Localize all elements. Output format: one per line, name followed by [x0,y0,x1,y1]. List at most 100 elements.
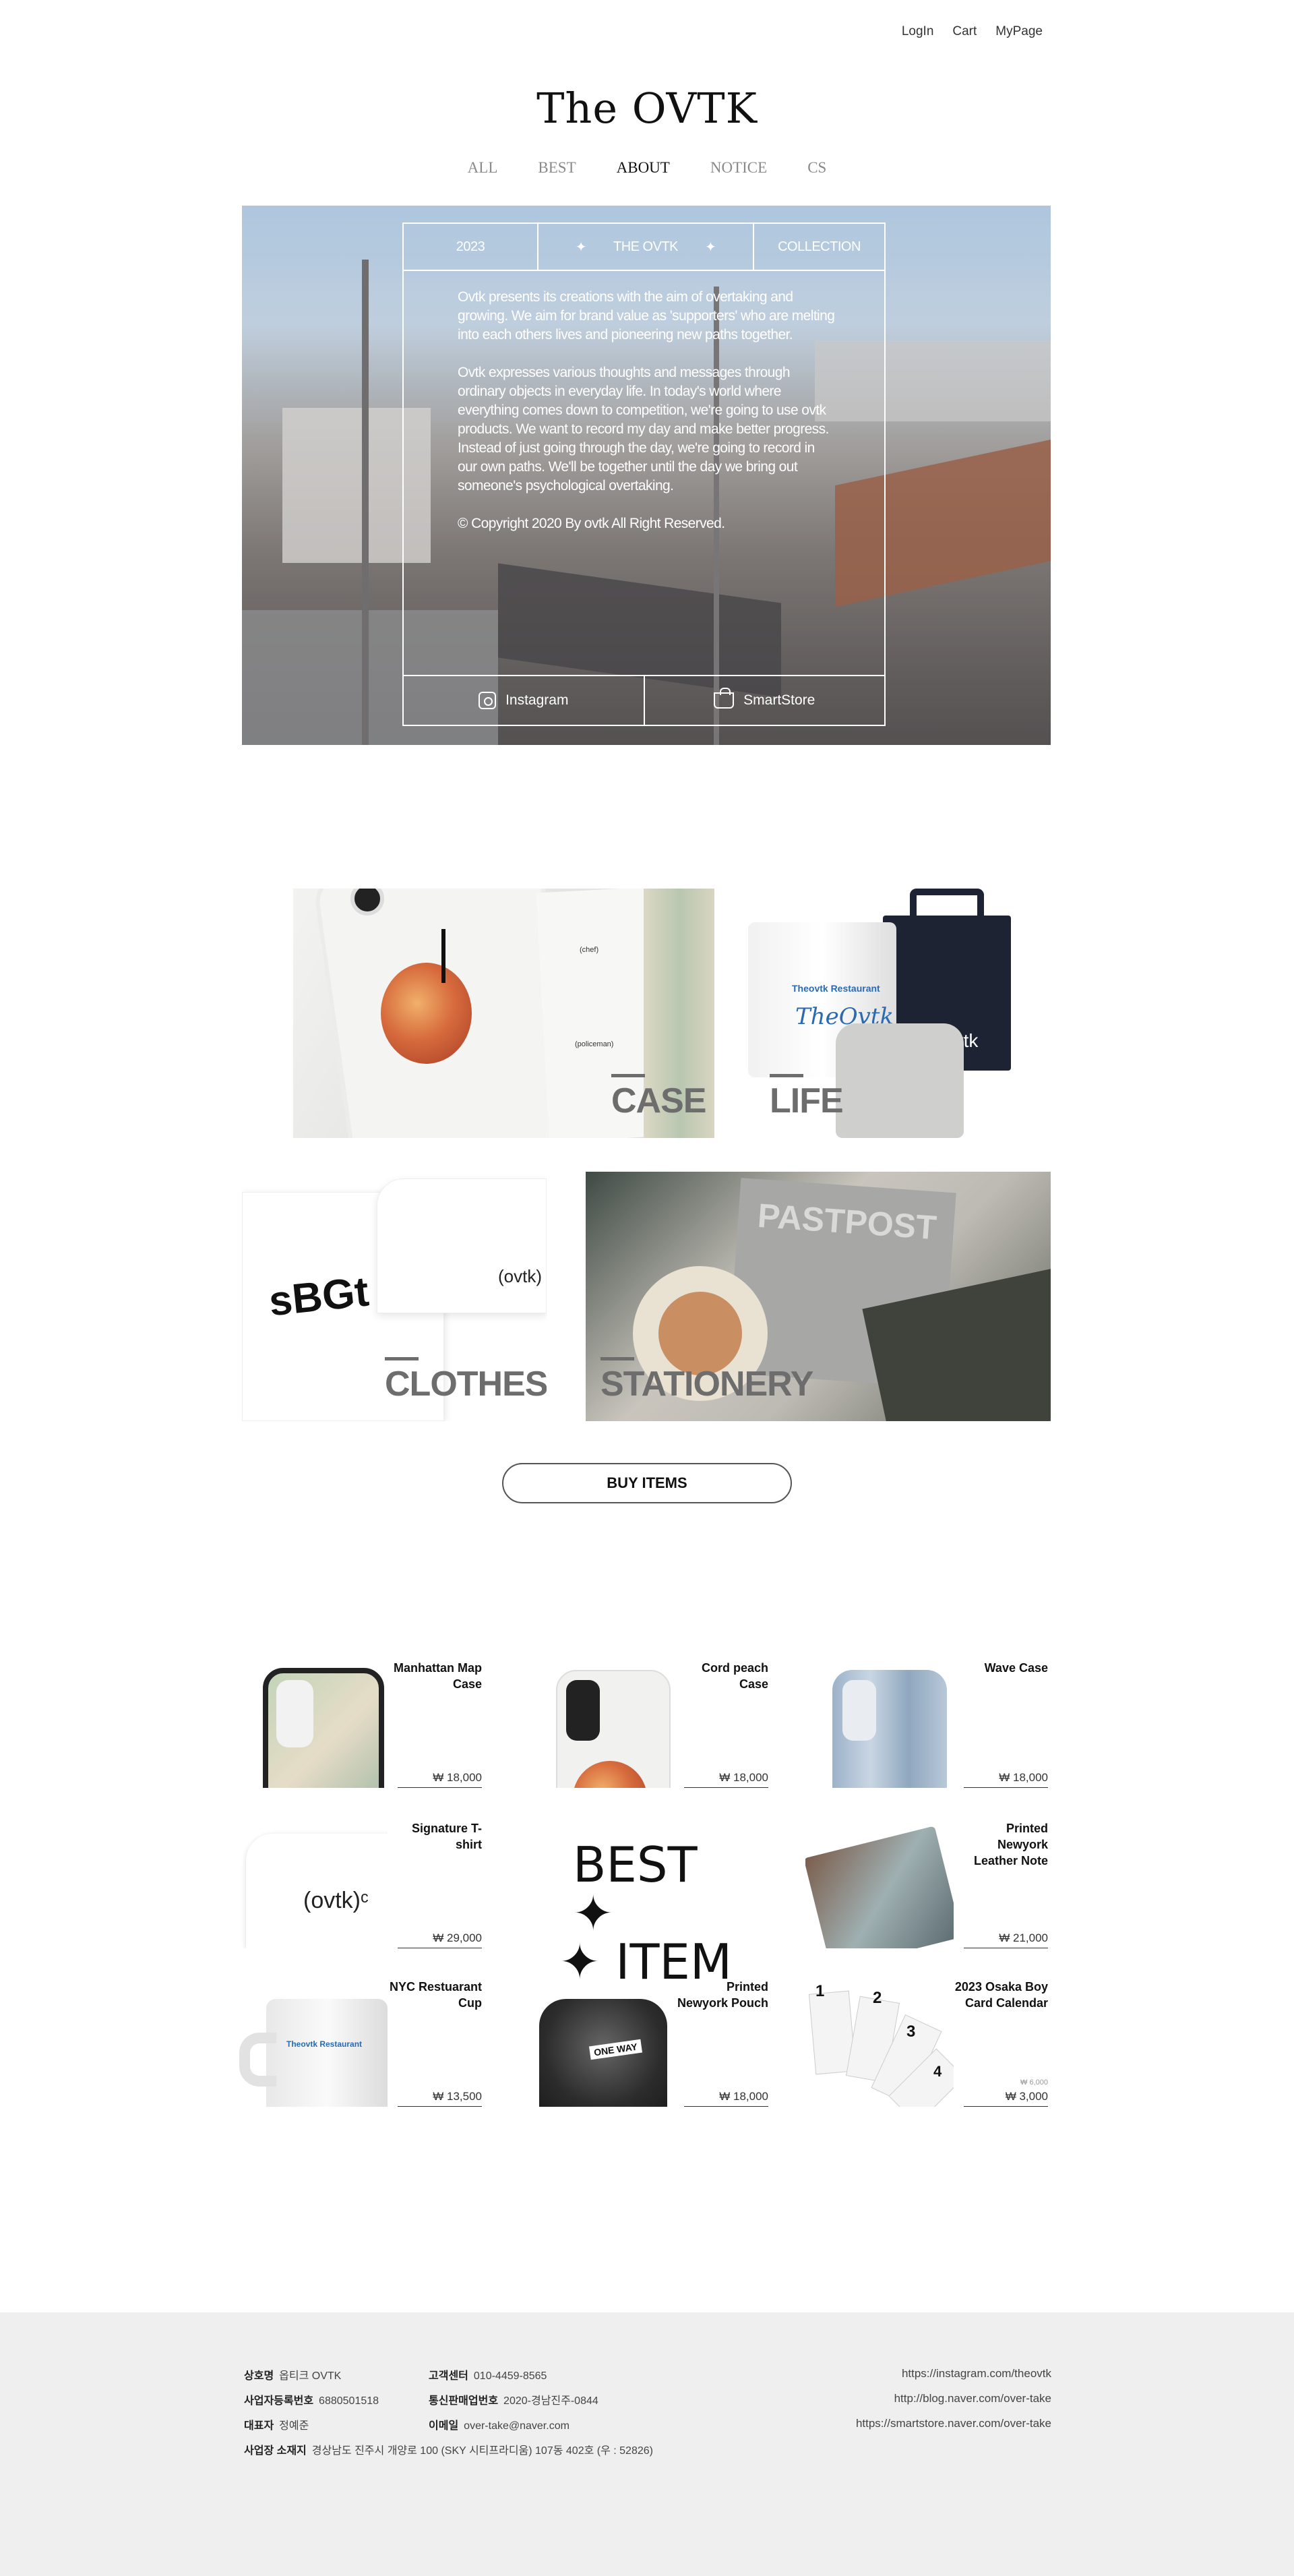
footer-label: 이메일 [429,2420,459,2432]
footer-email: 이메일 over-take@naver.com [429,2414,598,2438]
nav-about[interactable]: ABOUT [596,159,690,177]
product-price: ₩ 18,000 [684,2090,768,2107]
mug-brand: Theovtk Restaurant [286,2039,363,2049]
mypage-link[interactable]: MyPage [995,24,1043,39]
product-price: ₩ 13,500 [398,2090,482,2107]
product-price: ₩ 29,000 [398,1931,482,1948]
product-nyc-cup[interactable]: Theovtk Restaurant NYC Restuarant Cup ₩ … [239,1979,482,2107]
camera-lens [566,1680,600,1741]
product-cord-peach-case[interactable]: Cord peach Case ₩ 18,000 [526,1660,768,1788]
product-newyork-pouch[interactable]: ONE WAY Printed Newyork Pouch ₩ 18,000 [526,1979,768,2107]
nav-notice[interactable]: NOTICE [690,159,787,177]
site-footer: 상호명 옵티크 OVTK 사업자등록번호 6880501518 대표자 정예준 사업장… [0,2312,1294,2576]
top-links: LogIn Cart MyPage [902,24,1043,39]
product-wave-case[interactable]: Wave Case ₩ 18,000 [805,1660,1048,1788]
product-name: Signature T-shirt [411,1822,482,1851]
about-paragraph: Ovtk expresses various thoughts and mess… [458,365,829,493]
product-image: (ovtk)ᶜ [239,1820,388,1948]
mug-image [266,1999,388,2107]
product-name: Wave Case [984,1661,1048,1675]
about-hero: 2023 ✦ THE OVTK ✦ COLLECTION Ovtk presen… [242,206,1051,745]
nav-best[interactable]: BEST [518,159,596,177]
mug-handle [239,2033,276,2087]
footer-cs: 고객센터 010-4459-8565 [429,2364,598,2389]
category-label-life: LIFE [770,1074,844,1120]
smartstore-link[interactable]: SmartStore [645,676,885,725]
nav-cs[interactable]: CS [787,159,846,177]
best-item-title: BEST ✦ ✦ ITEM [559,1840,735,1986]
product-price: ₩ 3,000 [964,2090,1048,2107]
about-box-header: 2023 ✦ THE OVTK ✦ COLLECTION [404,224,884,271]
about-collection: COLLECTION [778,239,861,254]
tshirt-logo: (ovtk)ᶜ [303,1888,369,1913]
product-name: 2023 Osaka Boy Card Calendar [954,1980,1048,2010]
buy-items-button[interactable]: BUY ITEMS [502,1463,792,1503]
product-image [805,1820,954,1948]
footer-label: 사업장 소재지 [244,2445,307,2457]
copyright-text: © Copyright 2020 By ovtk All Right Reser… [458,516,725,531]
calendar-number: 1 [815,1982,825,2000]
camera-lens [842,1680,876,1741]
footer-value: 6880501518 [319,2395,379,2407]
footer-blog-link[interactable]: http://blog.naver.com/over-take [856,2386,1051,2411]
about-year: 2023 [404,224,538,270]
product-image: Theovtk Restaurant [239,1979,388,2107]
footer-contact-info: 고객센터 010-4459-8565 통신판매업번호 2020-경남진주-0844 … [429,2364,598,2438]
product-price: ₩ 21,000 [964,1931,1048,1948]
cart-link[interactable]: Cart [952,24,977,39]
footer-label: 대표자 [244,2420,274,2432]
category-label-stationery: STATIONERY [600,1357,813,1404]
note-image [805,1826,954,1948]
footer-links: https://instagram.com/theovtk http://blo… [856,2361,1051,2436]
footer-instagram-link[interactable]: https://instagram.com/theovtk [856,2361,1051,2386]
tshirt-image [377,1178,547,1313]
instagram-icon [479,692,497,709]
product-image [239,1660,388,1788]
product-image [526,1660,674,1788]
footer-smartstore-link[interactable]: https://smartstore.naver.com/over-take [856,2411,1051,2436]
category-case[interactable]: (chef) (policeman) CASE [293,889,714,1138]
site-logo[interactable]: The OVTK [0,84,1294,133]
instagram-link[interactable]: Instagram [404,676,645,725]
footer-mail-order: 통신판매업번호 2020-경남진주-0844 [429,2389,598,2414]
product-name: NYC Restuarant Cup [389,1980,482,2010]
category-life[interactable]: ovtk Theovtk Restaurant TheOvtk LIFE [748,889,1021,1138]
footer-label: 사업자등록번호 [244,2395,314,2407]
product-name: Cord peach Case [701,1661,768,1691]
product-osaka-calendar[interactable]: 1 2 3 4 2023 Osaka Boy Card Calendar ₩ 6… [805,1979,1048,2107]
instagram-label: Instagram [505,692,569,708]
category-clothes[interactable]: sBGt (ovtk) CLOTHES [242,1172,547,1421]
login-link[interactable]: LogIn [902,24,934,39]
calendar-number: 3 [906,2023,916,2041]
pouch-image [836,1023,964,1138]
figure-caption: (chef) [580,946,599,954]
category-label-case: CASE [611,1074,706,1120]
product-old-price: ₩ 6,000 [1020,2078,1048,2087]
product-signature-tshirt[interactable]: (ovtk)ᶜ Signature T-shirt ₩ 29,000 [239,1820,482,1948]
product-leather-note[interactable]: Printed Newyork Leather Note ₩ 21,000 [805,1820,1048,1948]
figure-caption: (policeman) [575,1040,614,1048]
mug-brand: Theovtk Restaurant [792,983,880,994]
footer-value: 2020-경남진주-0844 [503,2395,598,2407]
category-stationery[interactable]: PASTPOST STATIONERY [586,1172,1051,1421]
tote-handle [910,889,984,929]
footer-value: 010-4459-8565 [473,2370,547,2382]
product-price: ₩ 18,000 [398,1771,482,1788]
about-title-text: THE OVTK [613,239,679,254]
footer-label: 통신판매업번호 [429,2395,499,2407]
about-text: Ovtk presents its creations with the aim… [404,271,884,533]
star-icon: ✦ [705,239,716,255]
about-paragraph: Ovtk presents its creations with the aim… [458,289,835,342]
product-name: Manhattan Map Case [393,1661,482,1691]
product-manhattan-map-case[interactable]: Manhattan Map Case ₩ 18,000 [239,1660,482,1788]
footer-value: over-take@naver.com [464,2420,569,2432]
camera-lens [276,1680,313,1747]
nav-all[interactable]: ALL [448,159,518,177]
calendar-number: 4 [933,2063,942,2080]
peach-image [381,963,472,1064]
footer-address: 사업장 소재지 경상남도 진주시 개양로 100 (SKY 시티프라디움) 107… [244,2438,653,2463]
star-icon: ✦ [575,239,587,255]
shopping-bag-icon [714,688,735,709]
tshirt-logo: (ovtk) [498,1266,542,1286]
product-image: ONE WAY [526,1979,674,2107]
